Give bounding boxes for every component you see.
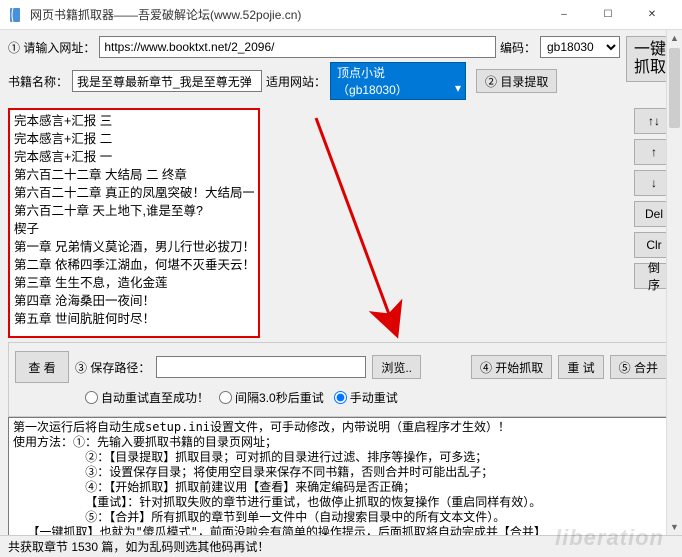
encoding-label: 编码：	[500, 39, 536, 56]
status-bar: 共获取章节 1530 篇，如为乱码则选其他码再试！	[0, 535, 682, 557]
url-label: ① 请输入网址：	[8, 39, 95, 56]
chapter-item[interactable]: 完本感言+汇报 一	[14, 148, 254, 166]
view-button[interactable]: 查 看	[15, 351, 69, 383]
chapter-item[interactable]: 第四章 沧海桑田一夜间！	[14, 292, 254, 310]
save-path-input[interactable]	[156, 356, 366, 378]
radio-manual[interactable]: 手动重试	[334, 389, 398, 406]
app-icon	[8, 7, 24, 23]
vertical-scrollbar[interactable]: ▲ ▼	[666, 30, 682, 535]
log-textarea[interactable]: 第一次运行后将自动生成setup.ini设置文件，可手动修改，内带说明（重启程序…	[8, 417, 674, 549]
scroll-up-icon[interactable]: ▲	[667, 30, 682, 46]
scroll-thumb[interactable]	[669, 48, 680, 128]
encoding-select[interactable]: gb18030	[540, 36, 620, 58]
bookname-label: 书籍名称：	[8, 73, 68, 90]
chapter-item[interactable]: 第一章 兄弟情义莫论酒，男儿行世必拔刀！	[14, 238, 254, 256]
extract-toc-button[interactable]: ② 目录提取	[476, 69, 557, 93]
chapter-item[interactable]: 完本感言+汇报 三	[14, 112, 254, 130]
save-path-label: ③ 保存路径：	[75, 359, 150, 376]
start-crawl-button[interactable]: ④ 开始抓取	[471, 355, 552, 379]
window-title: 网页书籍抓取器——吾爱破解论坛(www.52pojie.cn)	[30, 6, 542, 23]
chapter-item[interactable]: 第二章 依稀四季江湖血，何堪不灭垂天云！	[14, 256, 254, 274]
close-button[interactable]: ✕	[630, 1, 674, 29]
arrow-annotation-zone	[266, 108, 628, 338]
radio-auto[interactable]: 自动重试直至成功！	[85, 389, 209, 406]
url-input[interactable]	[99, 36, 496, 58]
site-select[interactable]: 顶点小说（gb18030）	[330, 62, 466, 100]
chapter-item[interactable]: 第五章 世间肮脏何时尽！	[14, 310, 254, 328]
chapter-item[interactable]: 第六百二十二章 大结局 二 终章	[14, 166, 254, 184]
radio-interval[interactable]: 间隔3.0秒后重试	[219, 389, 324, 406]
maximize-button[interactable]: ☐	[586, 1, 630, 29]
retry-button[interactable]: 重 试	[558, 355, 603, 379]
retry-mode-group: 自动重试直至成功！ 间隔3.0秒后重试 手动重试	[15, 387, 667, 410]
status-text: 共获取章节 1530 篇，如为乱码则选其他码再试！	[8, 538, 269, 555]
merge-button[interactable]: ⑤ 合并	[610, 355, 667, 379]
scroll-down-icon[interactable]: ▼	[667, 519, 682, 535]
chapter-item[interactable]: 第六百二十章 天上地下,谁是至尊?	[14, 202, 254, 220]
site-label: 适用网站：	[266, 73, 326, 90]
chapter-item[interactable]: 第三章 生生不息，造化金莲	[14, 274, 254, 292]
browse-button[interactable]: 浏览..	[372, 355, 421, 379]
bookname-input[interactable]	[72, 70, 262, 92]
chapter-item[interactable]: 完本感言+汇报 二	[14, 130, 254, 148]
titlebar: 网页书籍抓取器——吾爱破解论坛(www.52pojie.cn) – ☐ ✕	[0, 0, 682, 30]
chapter-list[interactable]: 完本感言+汇报 三完本感言+汇报 二完本感言+汇报 一第六百二十二章 大结局 二…	[8, 108, 260, 338]
chapter-item[interactable]: 楔子	[14, 220, 254, 238]
chapter-item[interactable]: 第六百二十二章 真正的凤凰突破！大结局一	[14, 184, 254, 202]
minimize-button[interactable]: –	[542, 1, 586, 29]
